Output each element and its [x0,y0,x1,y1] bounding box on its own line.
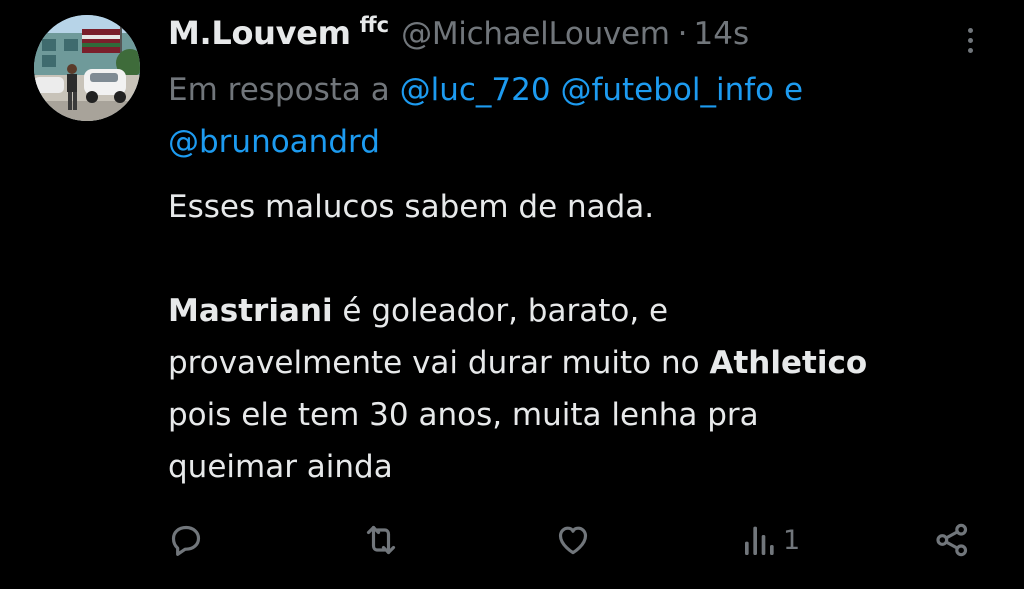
tweet-text-line: pois ele tem 30 anos, muita lenha pra [168,397,759,433]
retweet-icon [366,525,396,555]
heart-icon [558,526,588,555]
user-handle[interactable]: @MichaelLouvem [401,16,670,52]
reply-to-prefix: Em resposta a [168,72,390,108]
tweet-text-line: queimar ainda [168,449,393,485]
like-button[interactable] [553,516,593,564]
reply-to-conjunction: e [783,72,804,108]
mention-futebol-info[interactable]: @futebol_info [560,72,774,108]
share-button[interactable] [932,516,972,564]
club-name: Athletico [709,345,868,381]
more-dot-icon [967,37,973,43]
tweet-text-segment: é goleador, barato, e [332,293,669,329]
views-count: 1 [783,524,801,556]
separator-dot: · [677,16,688,52]
views-chart-icon [745,526,774,555]
mention-brunoandrd[interactable]: @brunoandrd [168,124,380,160]
tweet[interactable]: M.Louvem ffc @MichaelLouvem · 14s Em res… [0,0,1024,589]
timestamp[interactable]: 14s [694,16,750,52]
display-name[interactable]: M.Louvem [168,14,351,52]
player-name: Mastriani [168,293,333,329]
more-options-button[interactable] [956,20,984,60]
views-button[interactable]: 1 [743,516,800,564]
reply-to-line-2: @brunoandrd [168,116,380,168]
retweet-button[interactable] [360,516,402,564]
tweet-text-segment: provavelmente vai durar muito no [168,345,710,381]
reply-button[interactable] [166,516,206,564]
tweet-text-line: Mastriani é goleador, barato, e [168,285,668,337]
tweet-text-line: Esses malucos sabem de nada. [168,189,655,225]
tweet-text-line: provavelmente vai durar muito no Athleti… [168,337,867,389]
tweet-header: M.Louvem ffc @MichaelLouvem · 14s [168,13,750,58]
mention-luc-720[interactable]: @luc_720 [400,72,551,108]
share-icon [936,523,968,557]
name-tag: ffc [359,13,390,37]
avatar[interactable] [34,15,140,121]
reply-to-line: Em resposta a @luc_720 @futebol_info e [168,64,803,116]
more-dot-icon [967,27,973,33]
reply-icon [171,525,201,556]
more-dot-icon [967,47,973,53]
